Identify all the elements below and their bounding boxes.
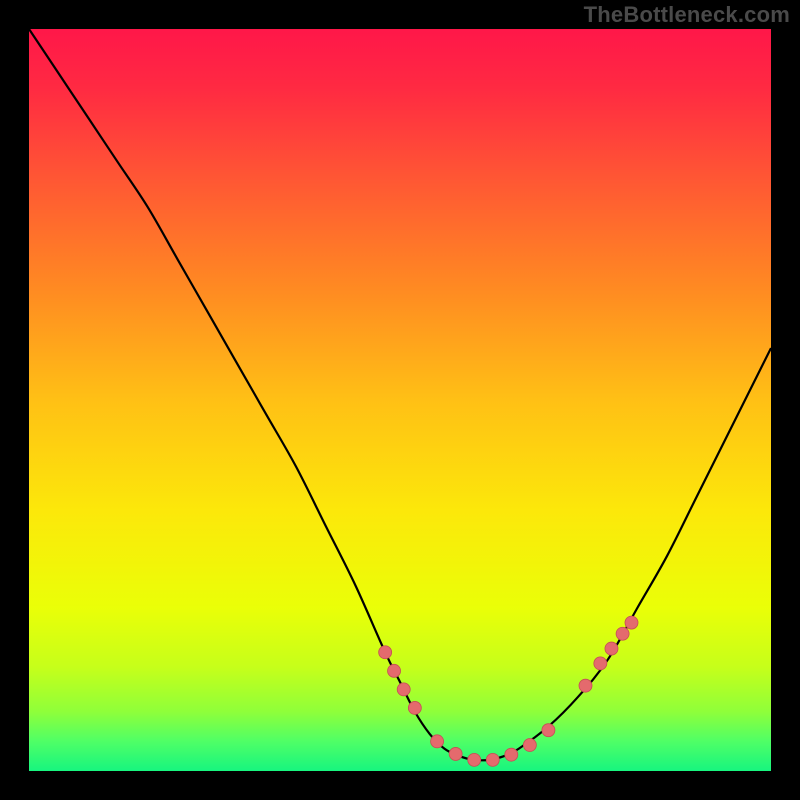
highlight-marker bbox=[523, 739, 536, 752]
highlight-marker bbox=[408, 701, 421, 714]
highlight-marker bbox=[379, 646, 392, 659]
plot-area bbox=[29, 29, 771, 771]
highlight-marker bbox=[388, 664, 401, 677]
highlight-marker bbox=[594, 657, 607, 670]
highlight-marker bbox=[505, 748, 518, 761]
highlight-marker bbox=[616, 627, 629, 640]
highlight-marker bbox=[449, 747, 462, 760]
highlight-marker bbox=[605, 642, 618, 655]
highlight-marker bbox=[431, 735, 444, 748]
watermark-text: TheBottleneck.com bbox=[584, 2, 790, 28]
highlight-marker bbox=[625, 616, 638, 629]
highlight-marker bbox=[468, 753, 481, 766]
chart-frame: TheBottleneck.com bbox=[0, 0, 800, 800]
highlight-marker bbox=[579, 679, 592, 692]
plot-svg bbox=[29, 29, 771, 771]
gradient-background bbox=[29, 29, 771, 771]
highlight-marker bbox=[542, 724, 555, 737]
highlight-marker bbox=[397, 683, 410, 696]
highlight-marker bbox=[486, 753, 499, 766]
